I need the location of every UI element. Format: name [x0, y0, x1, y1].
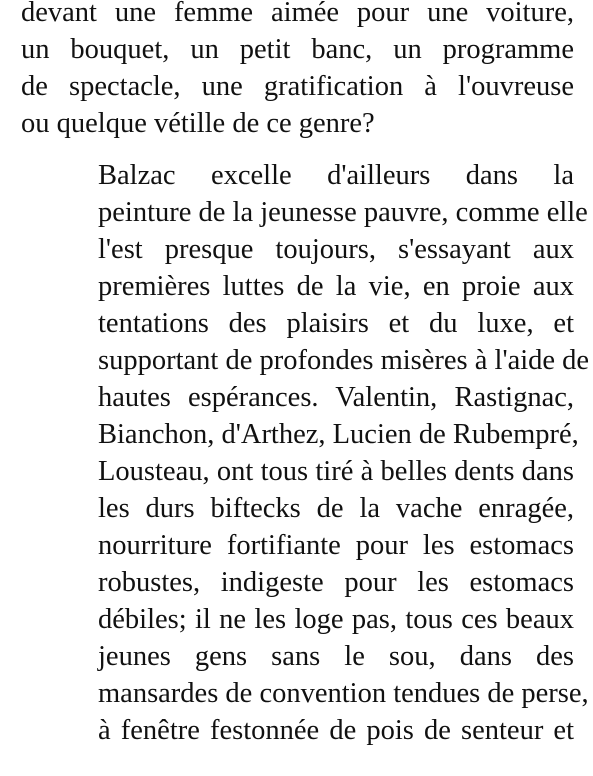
text-line: débiles; il ne les loge pas, tous ces be…	[98, 604, 574, 635]
text-line: hautes espérances. Valentin, Rastignac,	[98, 382, 574, 413]
text-line: peinture de la jeunesse pauvre, comme el…	[98, 197, 588, 228]
text-line: ou quelque vétille de ce genre?	[21, 108, 375, 139]
paragraph-1: devant une femme aimée pour une voiture,…	[21, 0, 574, 142]
document-page: devant une femme aimée pour une voiture,…	[21, 0, 590, 749]
text-line: les durs biftecks de la vache enragée,	[98, 493, 574, 524]
text-line: robustes, indigeste pour les estomacs	[98, 567, 574, 598]
text-line: Lousteau, ont tous tiré à belles dents d…	[98, 456, 574, 487]
text-line: un bouquet, un petit banc, un programme	[21, 34, 574, 65]
text-line: Balzac excelle d'ailleurs dans la	[98, 160, 574, 191]
text-line: tentations des plaisirs et du luxe, et	[98, 308, 574, 339]
text-line: nourriture fortifiante pour les estomacs	[98, 530, 574, 561]
text-line: jeunes gens sans le sou, dans des	[98, 641, 574, 672]
paragraph-2: Balzac excelle d'ailleurs dans la peintu…	[21, 157, 590, 749]
text-line: mansardes de convention tendues de perse…	[98, 678, 589, 709]
text-line: premières luttes de la vie, en proie aux	[98, 271, 574, 302]
text-line: à fenêtre festonnée de pois de senteur e…	[98, 715, 574, 746]
text-line: Bianchon, d'Arthez, Lucien de Rubempré,	[98, 419, 579, 450]
text-line: devant une femme aimée pour une voiture,	[21, 0, 574, 28]
text-line: l'est presque toujours, s'essayant aux	[98, 234, 574, 265]
text-line: supportant de profondes misères à l'aide…	[98, 345, 590, 376]
text-line: de spectacle, une gratification à l'ouvr…	[21, 71, 574, 102]
